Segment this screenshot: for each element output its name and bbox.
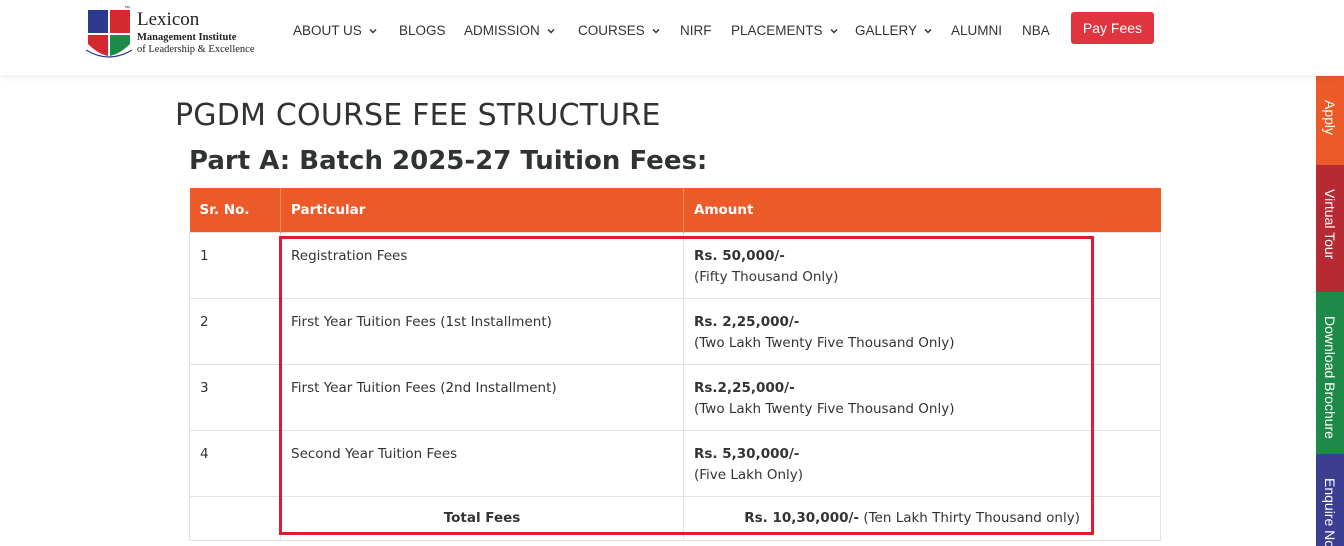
amount-cell: Rs.2,25,000/- (Two Lakh Twenty Five Thou… [683, 363, 1161, 431]
nav-blogs[interactable]: BLOGS [399, 22, 446, 40]
sr-no-cell: 3 [189, 363, 281, 431]
amount-words: (Fifty Thousand Only) [694, 268, 839, 285]
logo-subtitle-2: of Leadership & Excellence [137, 44, 255, 55]
table-row: 4 Second Year Tuition Fees Rs. 5,30,000/… [189, 429, 1161, 497]
site-header: ™ Lexicon Management Institute of Leader… [0, 0, 1344, 75]
nav-label: BLOGS [399, 23, 446, 38]
nav-about-us[interactable]: ABOUT US [293, 22, 378, 40]
nav-gallery[interactable]: GALLERY [855, 22, 933, 40]
amount-value: Rs.2,25,000/- [694, 379, 795, 396]
chevron-down-icon [369, 28, 377, 34]
logo-name: Lexicon [137, 9, 200, 30]
nav-alumni[interactable]: ALUMNI [951, 22, 1002, 40]
chevron-down-icon [547, 28, 555, 34]
amount-words: (Five Lakh Only) [694, 466, 804, 483]
amount-cell: Rs. 50,000/- (Fifty Thousand Only) [683, 231, 1161, 299]
total-amount-value: Rs. 10,30,000/- [744, 509, 860, 526]
total-label: Total Fees [280, 495, 684, 541]
table-row: 3 First Year Tuition Fees (2nd Installme… [189, 363, 1161, 431]
amount-value: Rs. 2,25,000/- [694, 313, 800, 330]
side-tab-label: Enquire No [1322, 478, 1338, 546]
side-tab-virtual-tour[interactable]: Virtual Tour [1316, 165, 1344, 292]
table-row: 2 First Year Tuition Fees (1st Installme… [189, 297, 1161, 365]
side-tab-apply[interactable]: Apply [1316, 76, 1344, 165]
column-header-sr-no: Sr. No. [189, 188, 281, 232]
nav-label: GALLERY [855, 23, 918, 38]
nav-courses[interactable]: COURSES [578, 22, 661, 40]
particular-cell: First Year Tuition Fees (1st Installment… [280, 297, 684, 365]
amount-value: Rs. 5,30,000/- [694, 445, 800, 462]
page-title: PGDM COURSE FEE STRUCTURE [175, 98, 661, 133]
sr-no-cell: 1 [189, 231, 281, 299]
side-tab-label: Apply [1322, 100, 1338, 136]
pay-fees-button[interactable]: Pay Fees [1071, 12, 1154, 44]
side-tab-label: Virtual Tour [1322, 189, 1338, 260]
nav-label: NBA [1022, 23, 1050, 38]
amount-words: (Two Lakh Twenty Five Thousand Only) [694, 334, 955, 351]
side-tab-label: Download Brochure [1322, 316, 1338, 439]
nav-label: PLACEMENTS [731, 23, 823, 38]
logo[interactable]: ™ Lexicon Management Institute of Leader… [84, 6, 264, 62]
nav-admission[interactable]: ADMISSION [464, 22, 556, 40]
total-empty-cell [189, 495, 281, 541]
nav-label: NIRF [680, 23, 712, 38]
nav-nirf[interactable]: NIRF [680, 22, 712, 40]
nav-label: ABOUT US [293, 23, 362, 38]
nav-placements[interactable]: PLACEMENTS [731, 22, 839, 40]
chevron-down-icon [924, 28, 932, 34]
section-title: Part A: Batch 2025-27 Tuition Fees: [189, 146, 708, 176]
particular-cell: Registration Fees [280, 231, 684, 299]
logo-subtitle-1: Management Institute [137, 32, 237, 43]
total-amount-words: (Ten Lakh Thirty Thousand only) [859, 509, 1080, 526]
side-tab-enquire[interactable]: Enquire No [1316, 454, 1344, 546]
column-header-amount: Amount [683, 188, 1161, 232]
amount-cell: Rs. 5,30,000/- (Five Lakh Only) [683, 429, 1161, 497]
side-tab-download-brochure[interactable]: Download Brochure [1316, 292, 1344, 454]
sr-no-cell: 2 [189, 297, 281, 365]
logo-trademark: ™ [124, 6, 130, 12]
amount-value: Rs. 50,000/- [694, 247, 785, 264]
nav-label: ALUMNI [951, 23, 1003, 38]
sr-no-cell: 4 [189, 429, 281, 497]
table-header-row: Sr. No. Particular Amount [189, 188, 1161, 232]
column-header-particular: Particular [280, 188, 684, 232]
nav-nba[interactable]: NBA [1022, 22, 1050, 40]
amount-words: (Two Lakh Twenty Five Thousand Only) [694, 400, 955, 417]
particular-cell: Second Year Tuition Fees [280, 429, 684, 497]
nav-label: ADMISSION [464, 23, 540, 38]
particular-cell: First Year Tuition Fees (2nd Installment… [280, 363, 684, 431]
total-amount-cell: Rs. 10,30,000/- (Ten Lakh Thirty Thousan… [683, 495, 1161, 541]
total-row: Total Fees Rs. 10,30,000/- (Ten Lakh Thi… [189, 495, 1161, 541]
nav-label: COURSES [578, 23, 645, 38]
chevron-down-icon [652, 28, 660, 34]
table-row: 1 Registration Fees Rs. 50,000/- (Fifty … [189, 231, 1161, 299]
logo-shield-icon [85, 10, 133, 58]
amount-cell: Rs. 2,25,000/- (Two Lakh Twenty Five Tho… [683, 297, 1161, 365]
chevron-down-icon [830, 28, 838, 34]
fee-table: Sr. No. Particular Amount 1 Registration… [189, 188, 1161, 541]
